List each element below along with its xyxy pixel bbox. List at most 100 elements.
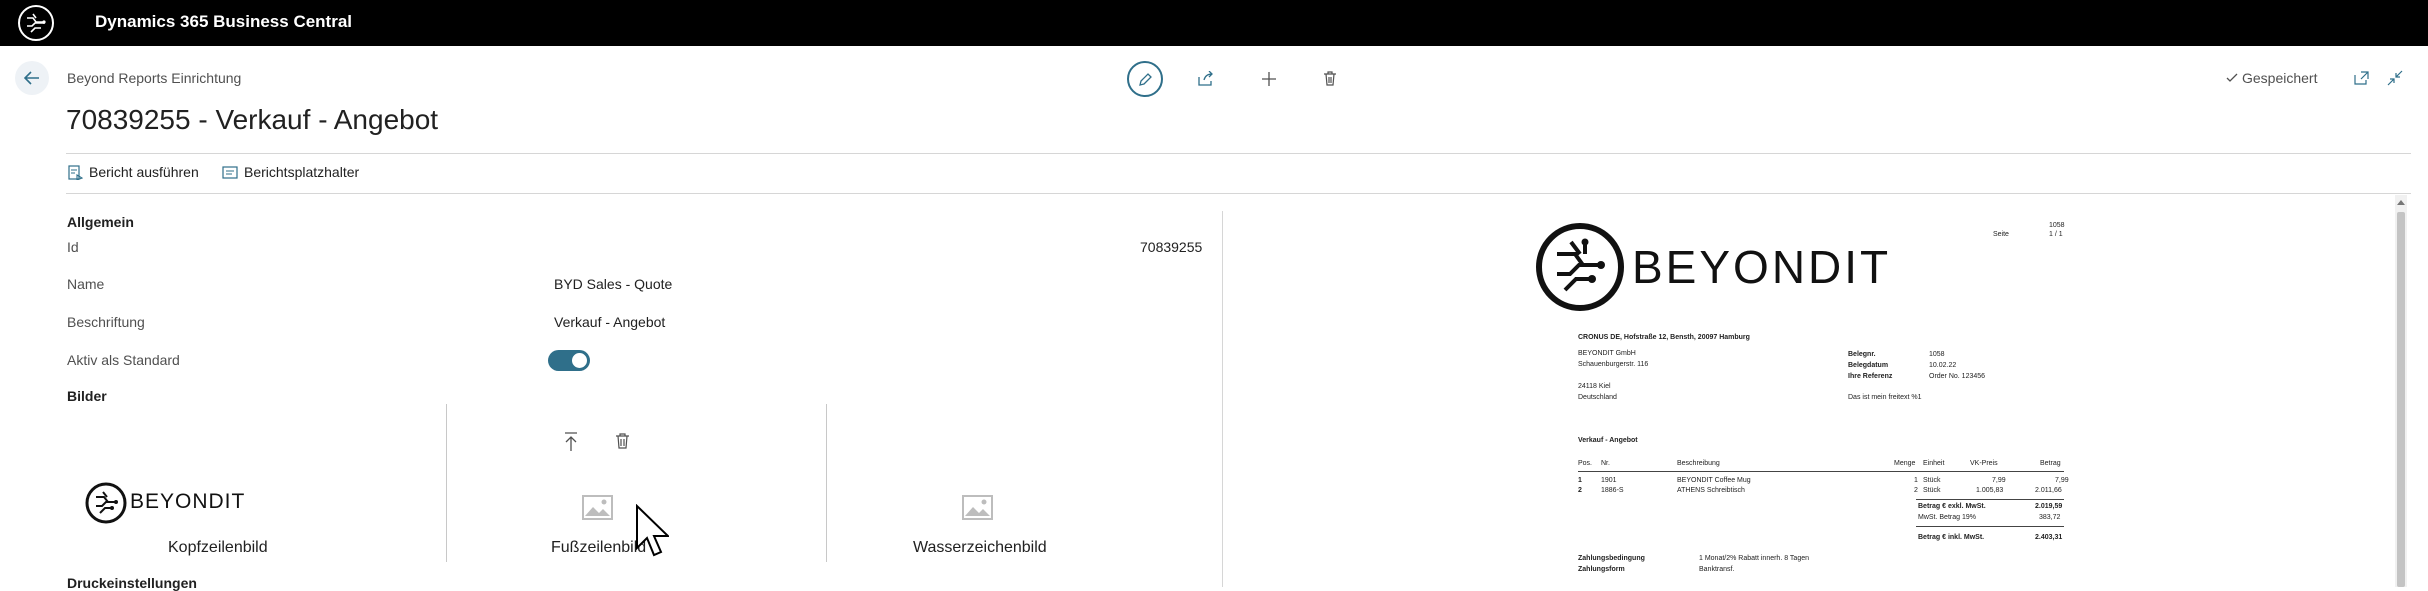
preview-meta-value: 10.02.22 [1929,362,1957,369]
header-image-logo-text: BEYONDIT [130,490,246,513]
preview-meta-label: Ihre Referenz [1848,373,1893,380]
preview-doc-title: Verkauf - Angebot [1578,437,1638,444]
preview-total-value: 2.403,31 [2035,534,2063,541]
preview-cell: Stück [1923,487,1941,494]
footer-image-placeholder-icon[interactable] [582,495,613,520]
group-images-caption[interactable]: Bilder [67,388,107,404]
app-title: Dynamics 365 Business Central [95,12,353,31]
actions-divider [66,193,2411,194]
field-label-default-active: Aktiv als Standard [67,352,180,368]
preview-divider [1222,211,1223,587]
image-divider-2 [826,404,827,562]
preview-col-price: VK-Preis [1970,460,1998,467]
field-value-name[interactable]: BYD Sales - Quote [554,276,672,292]
preview-cell: 2 [1578,487,1582,494]
preview-meta-label: Belegnr. [1848,351,1876,358]
preview-address-line: 24118 Kiel [1578,383,1611,390]
preview-note: Das ist mein freitext %1 [1848,394,1922,401]
header-divider [66,153,2411,154]
action-report-placeholder[interactable]: Berichtsplatzhalter [222,164,359,180]
preview-cell: Stück [1923,477,1941,484]
placeholder-icon [222,165,238,179]
edit-button[interactable] [1127,61,1163,97]
header-image-caption: Kopfzeilenbild [168,539,268,556]
preview-meta-value: Order No. 123456 [1929,373,1986,380]
report-preview: BEYONDIT Seite 1058 1 / 1 CRONUS DE, Hof… [1530,222,2410,587]
delete-button[interactable] [1312,61,1348,97]
preview-total-label: Betrag € exkl. MwSt. [1918,503,1986,510]
preview-cell: 7,99 [1992,477,2006,484]
group-print-settings-caption[interactable]: Druckeinstellungen [67,575,197,591]
preview-cell: 1901 [1601,477,1617,484]
watermark-image-placeholder-icon[interactable] [962,495,993,520]
app-logo-icon[interactable] [17,4,55,42]
field-value-caption[interactable]: Verkauf - Angebot [554,314,665,330]
preview-cell: 1 [1914,477,1918,484]
preview-logo-icon [1536,223,1624,311]
preview-rule [1578,471,2064,472]
checkmark-icon [2226,73,2238,82]
preview-cell: 1.005,83 [1976,487,2004,494]
footer-image-caption: Fußzeilenbild [551,539,647,556]
arrow-left-icon [24,71,39,85]
breadcrumb[interactable]: Beyond Reports Einrichtung [67,70,241,86]
preview-rule [1916,526,2064,527]
preview-total-label: MwSt. Betrag 19% [1918,514,1976,521]
preview-total-label: Betrag € inkl. MwSt. [1918,534,1985,541]
preview-col-pos: Pos. [1578,460,1593,467]
upload-icon[interactable] [564,432,578,452]
back-button[interactable] [15,61,49,95]
scroll-up-icon[interactable] [2397,199,2405,205]
preview-meta-value: 1058 [1929,351,1945,358]
default-active-toggle[interactable] [548,350,590,371]
preview-page-no: 1058 [2049,222,2065,229]
beyondit-logo-icon[interactable] [85,482,127,524]
preview-cell: 1 [1578,477,1582,484]
preview-page-label: Seite [1993,231,2009,238]
action-report-placeholder-label: Berichtsplatzhalter [244,164,360,180]
preview-cell: BEYONDIT Coffee Mug [1677,477,1751,484]
new-button[interactable] [1251,61,1287,97]
toggle-knob [572,353,587,368]
plus-icon [1262,72,1276,86]
page-title: 70839255 - Verkauf - Angebot [66,104,439,135]
preview-logo-text: BEYONDIT [1632,241,1892,293]
preview-rule [1916,499,2064,500]
image-divider-1 [446,404,447,562]
preview-cell: ATHENS Schreibtisch [1677,487,1745,494]
preview-cell: 1886-S [1601,487,1624,494]
preview-cell: 7,99 [2055,477,2069,484]
preview-col-unit: Einheit [1923,460,1945,467]
preview-term-value: Banktransf. [1699,566,1735,573]
action-run-report[interactable]: Bericht ausführen [68,164,199,180]
preview-cell: 2 [1914,487,1918,494]
share-button[interactable] [1188,61,1224,97]
preview-col-desc: Beschreibung [1677,460,1720,467]
preview-total-value: 2.019,59 [2035,503,2063,510]
open-new-window-icon[interactable] [2354,71,2369,85]
preview-term-value: 1 Monat/2% Rabatt innerh. 8 Tagen [1699,555,1810,562]
preview-col-no: Nr. [1601,460,1610,467]
preview-cell: 2.011,66 [2035,487,2062,494]
field-label-caption: Beschriftung [67,314,145,330]
field-value-id: 70839255 [1140,239,1203,255]
preview-term-label: Zahlungsform [1578,566,1625,573]
preview-address-line: Deutschland [1578,394,1617,401]
collapse-icon[interactable] [2387,70,2403,86]
trash-icon [1324,71,1336,86]
report-run-icon [68,164,83,180]
preview-col-amount: Betrag [2040,460,2061,467]
pencil-icon [1139,73,1152,86]
top-bar [0,0,2428,46]
mouse-cursor-icon [636,504,669,557]
group-general-caption[interactable]: Allgemein [67,214,134,230]
field-label-name: Name [67,276,105,292]
preview-address-line: BEYONDIT GmbH [1578,350,1636,357]
saved-status: Gespeichert [2242,70,2318,86]
action-run-report-label: Bericht ausführen [89,164,199,180]
preview-term-label: Zahlungsbedingung [1578,555,1645,562]
preview-meta-label: Belegdatum [1848,362,1889,369]
delete-image-icon[interactable] [616,433,629,449]
field-label-id: Id [67,239,79,255]
preview-col-qty: Menge [1894,460,1916,467]
